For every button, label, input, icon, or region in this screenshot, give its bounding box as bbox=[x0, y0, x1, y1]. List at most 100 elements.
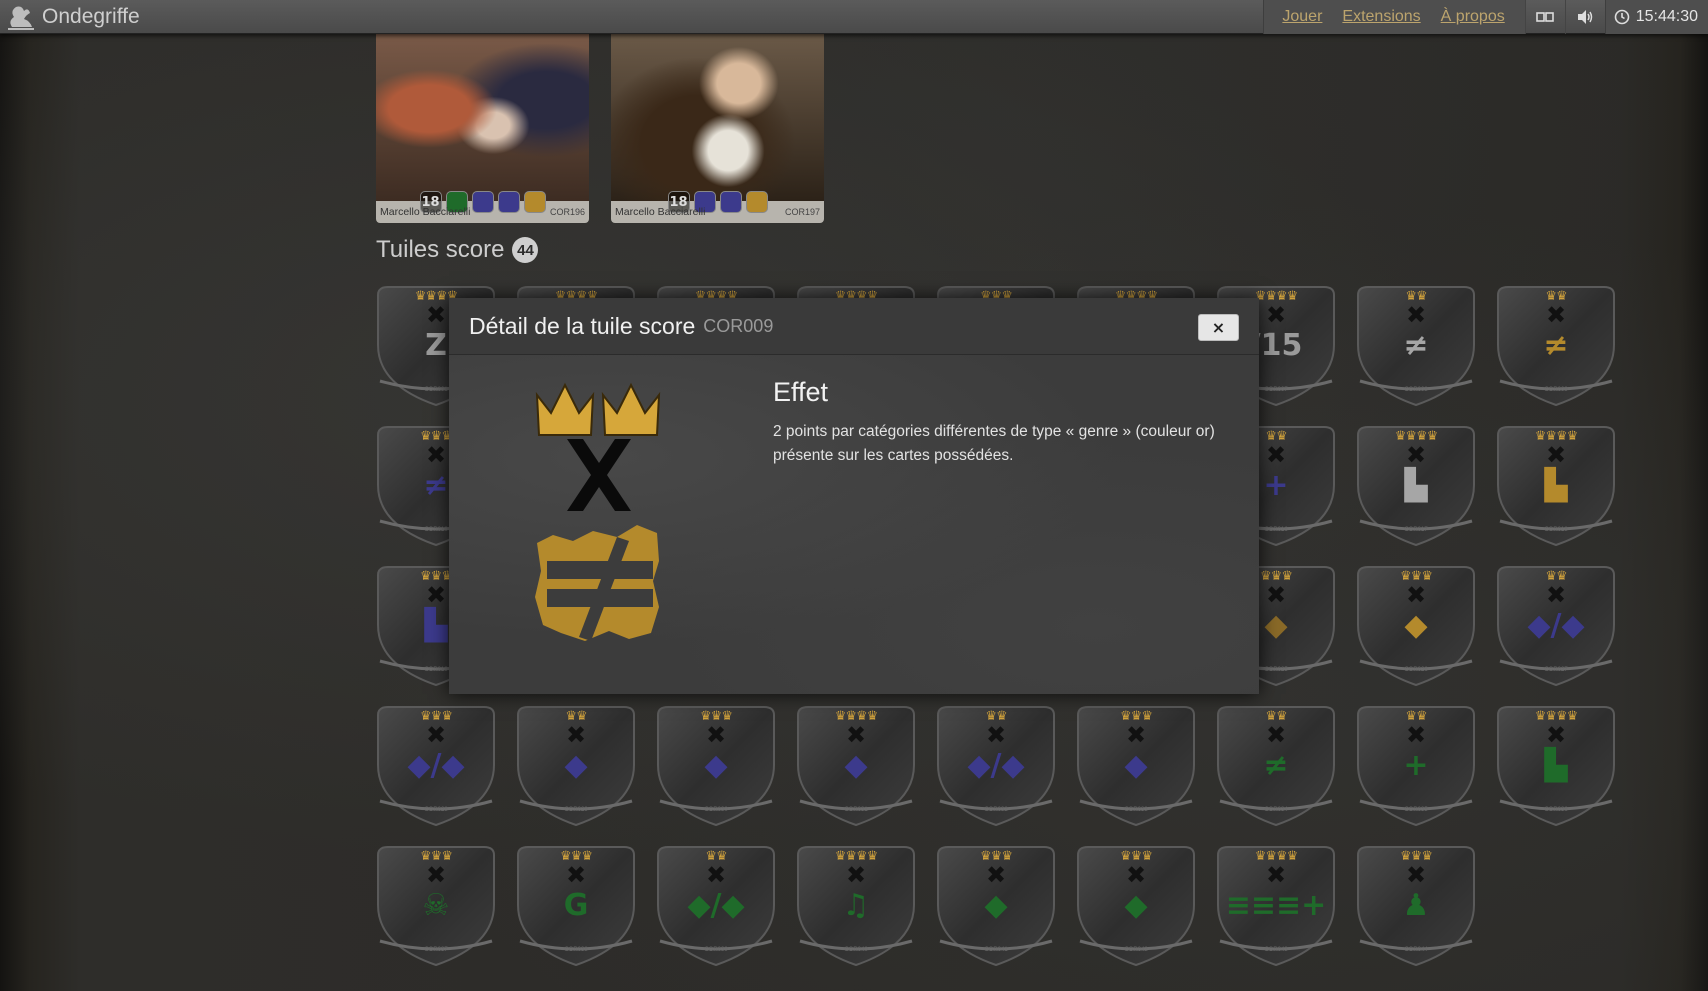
close-button[interactable]: × bbox=[1198, 314, 1239, 341]
score-tile[interactable]: ♛♛ ✖ ◆/◆ COR039 bbox=[656, 845, 776, 967]
tile-code: COR036 bbox=[1544, 807, 1568, 813]
score-tile[interactable]: ♛♛♛ ✖ ♟ COR044 bbox=[1356, 845, 1476, 967]
multiply-icon: ✖ bbox=[1265, 721, 1287, 749]
card-footer: Marcello Bacciarelli COR196 bbox=[376, 201, 589, 223]
modal-title: Détail de la tuile score bbox=[469, 312, 696, 339]
category-symbol: ≠ bbox=[1543, 328, 1569, 363]
tile-code: COR042 bbox=[1124, 947, 1148, 953]
multiply-icon: ✖ bbox=[1545, 581, 1567, 609]
category-symbol: ♟ bbox=[1402, 888, 1430, 923]
category-symbol: ◆/◆ bbox=[1527, 608, 1585, 643]
tile-code: COR028 bbox=[424, 807, 448, 813]
modal-tile-code: COR009 bbox=[703, 315, 774, 336]
score-tile[interactable]: ♛♛ ✖ ≠ COR009 bbox=[1496, 285, 1616, 407]
clock: 15:44:30 bbox=[1604, 0, 1708, 34]
category-symbol: ▙ bbox=[1404, 468, 1428, 503]
section-title-text: Tuiles score bbox=[376, 236, 505, 263]
multiply-icon: ✖ bbox=[1545, 721, 1567, 749]
score-tile[interactable]: ♛♛ ✖ ◆/◆ COR032 bbox=[936, 705, 1056, 827]
category-symbol: + bbox=[1403, 748, 1429, 783]
multiply-icon: ✖ bbox=[1405, 301, 1427, 329]
multiply-icon: ✖ bbox=[1125, 721, 1147, 749]
category-symbol: ♫ bbox=[842, 888, 870, 923]
ondegriffe-logo-icon bbox=[8, 6, 34, 30]
cards-icon bbox=[1536, 12, 1555, 22]
speaker-icon bbox=[1578, 10, 1593, 24]
tile-detail-modal: Détail de la tuile score COR009 × Effet … bbox=[449, 298, 1259, 694]
category-symbol: ≠ bbox=[1263, 748, 1289, 783]
score-tile[interactable]: ♛♛ ✖ ≠ COR008 bbox=[1356, 285, 1476, 407]
tile-code: COR008 bbox=[1404, 387, 1428, 393]
category-symbol: ◆ bbox=[1404, 608, 1428, 643]
multiply-icon: ✖ bbox=[1405, 861, 1427, 889]
multiply-icon: ✖ bbox=[1265, 861, 1287, 889]
sound-toggle[interactable] bbox=[1564, 0, 1605, 34]
score-tile[interactable]: ♛♛♛♛ ✖ ≡≡≡+ COR043 bbox=[1216, 845, 1336, 967]
tile-code: COR017 bbox=[1404, 527, 1428, 533]
score-tile[interactable]: ♛♛♛♛ ✖ ▙ COR017 bbox=[1356, 425, 1476, 547]
score-tile[interactable]: ♛♛ ✖ ◆ COR029 bbox=[516, 705, 636, 827]
modal-body: Effet 2 points par catégories différente… bbox=[449, 355, 1259, 694]
not-equal-icon bbox=[535, 525, 659, 641]
multiply-icon: ✖ bbox=[845, 861, 867, 889]
tile-code: COR043 bbox=[1264, 947, 1288, 953]
score-tile[interactable]: ♛♛♛ ✖ ☠ COR037 bbox=[376, 845, 496, 967]
category-symbol: ≠ bbox=[1403, 328, 1429, 363]
tile-code: COR018 bbox=[1544, 527, 1568, 533]
score-tile[interactable]: ♛♛♛ ✖ ◆/◆ COR028 bbox=[376, 705, 496, 827]
score-tile[interactable]: ♛♛♛ ✖ ◆ COR041 bbox=[936, 845, 1056, 967]
card-footer: Marcello Bacciarelli COR197 bbox=[611, 201, 824, 223]
tile-code: COR026 bbox=[1404, 667, 1428, 673]
category-symbol: ◆ bbox=[704, 748, 728, 783]
multiply-icon bbox=[567, 439, 631, 511]
score-tile[interactable]: ♛♛♛ ✖ ◆ COR026 bbox=[1356, 565, 1476, 687]
tile-code: COR035 bbox=[1404, 807, 1428, 813]
tile-code: COR038 bbox=[564, 947, 588, 953]
category-symbol: ◆ bbox=[1124, 888, 1148, 923]
category-symbol: ▙ bbox=[1544, 468, 1568, 503]
score-tile[interactable]: ♛♛ ✖ ≠ COR034 bbox=[1216, 705, 1336, 827]
nav-link-a-propos[interactable]: À propos bbox=[1431, 8, 1515, 26]
nav-links: Jouer Extensions À propos bbox=[1263, 0, 1525, 34]
score-tile[interactable]: ♛♛♛♛ ✖ ▙ COR036 bbox=[1496, 705, 1616, 827]
score-tile[interactable]: ♛♛ ✖ + COR035 bbox=[1356, 705, 1476, 827]
multiply-icon: ✖ bbox=[1405, 721, 1427, 749]
card-cor196[interactable]: 18 Marcello Bacciarelli COR196 bbox=[376, 33, 589, 223]
card-artist: Marcello Bacciarelli bbox=[380, 206, 471, 218]
nav-link-jouer[interactable]: Jouer bbox=[1272, 8, 1332, 26]
tile-code: COR034 bbox=[1264, 807, 1288, 813]
score-tile[interactable]: ♛♛♛♛ ✖ ▙ COR018 bbox=[1496, 425, 1616, 547]
multiply-icon: ✖ bbox=[705, 721, 727, 749]
card-code: COR196 bbox=[549, 207, 585, 217]
card-artist: Marcello Bacciarelli bbox=[615, 206, 706, 218]
multiply-icon: ✖ bbox=[1545, 441, 1567, 469]
score-tile[interactable]: ♛♛♛ ✖ ◆ COR030 bbox=[656, 705, 776, 827]
category-symbol: ◆ bbox=[984, 888, 1008, 923]
app-logo[interactable]: Ondegriffe bbox=[0, 0, 140, 34]
app-name: Ondegriffe bbox=[42, 4, 140, 28]
tile-code: COR040 bbox=[844, 947, 868, 953]
card-artwork bbox=[376, 33, 589, 201]
top-bar: Ondegriffe Jouer Extensions À propos 15:… bbox=[0, 0, 1708, 34]
score-tile[interactable]: ♛♛♛ ✖ G COR038 bbox=[516, 845, 636, 967]
multiply-icon: ✖ bbox=[425, 861, 447, 889]
tile-code: COR032 bbox=[984, 807, 1008, 813]
card-cor197[interactable]: 18 Marcello Bacciarelli COR197 bbox=[611, 33, 824, 223]
clock-time: 15:44:30 bbox=[1635, 8, 1698, 25]
multiply-icon: ✖ bbox=[425, 721, 447, 749]
tile-code: COR037 bbox=[424, 947, 448, 953]
tile-code: COR030 bbox=[704, 807, 728, 813]
score-tile[interactable]: ♛♛♛ ✖ ◆ COR042 bbox=[1076, 845, 1196, 967]
score-tile[interactable]: ♛♛♛ ✖ ◆ COR033 bbox=[1076, 705, 1196, 827]
card-display-toggle[interactable] bbox=[1524, 0, 1565, 34]
score-tile[interactable]: ♛♛ ✖ ◆/◆ COR027 bbox=[1496, 565, 1616, 687]
effect-description: 2 points par catégories différentes de t… bbox=[773, 423, 1215, 464]
score-tile[interactable]: ♛♛♛♛ ✖ ◆ COR031 bbox=[796, 705, 916, 827]
multiply-icon: ✖ bbox=[705, 861, 727, 889]
score-tile[interactable]: ♛♛♛♛ ✖ ♫ COR040 bbox=[796, 845, 916, 967]
tile-code: COR029 bbox=[564, 807, 588, 813]
tile-code: COR031 bbox=[844, 807, 868, 813]
nav-link-extensions[interactable]: Extensions bbox=[1332, 8, 1430, 26]
tile-code: COR044 bbox=[1404, 947, 1428, 953]
multiply-icon: ✖ bbox=[565, 861, 587, 889]
